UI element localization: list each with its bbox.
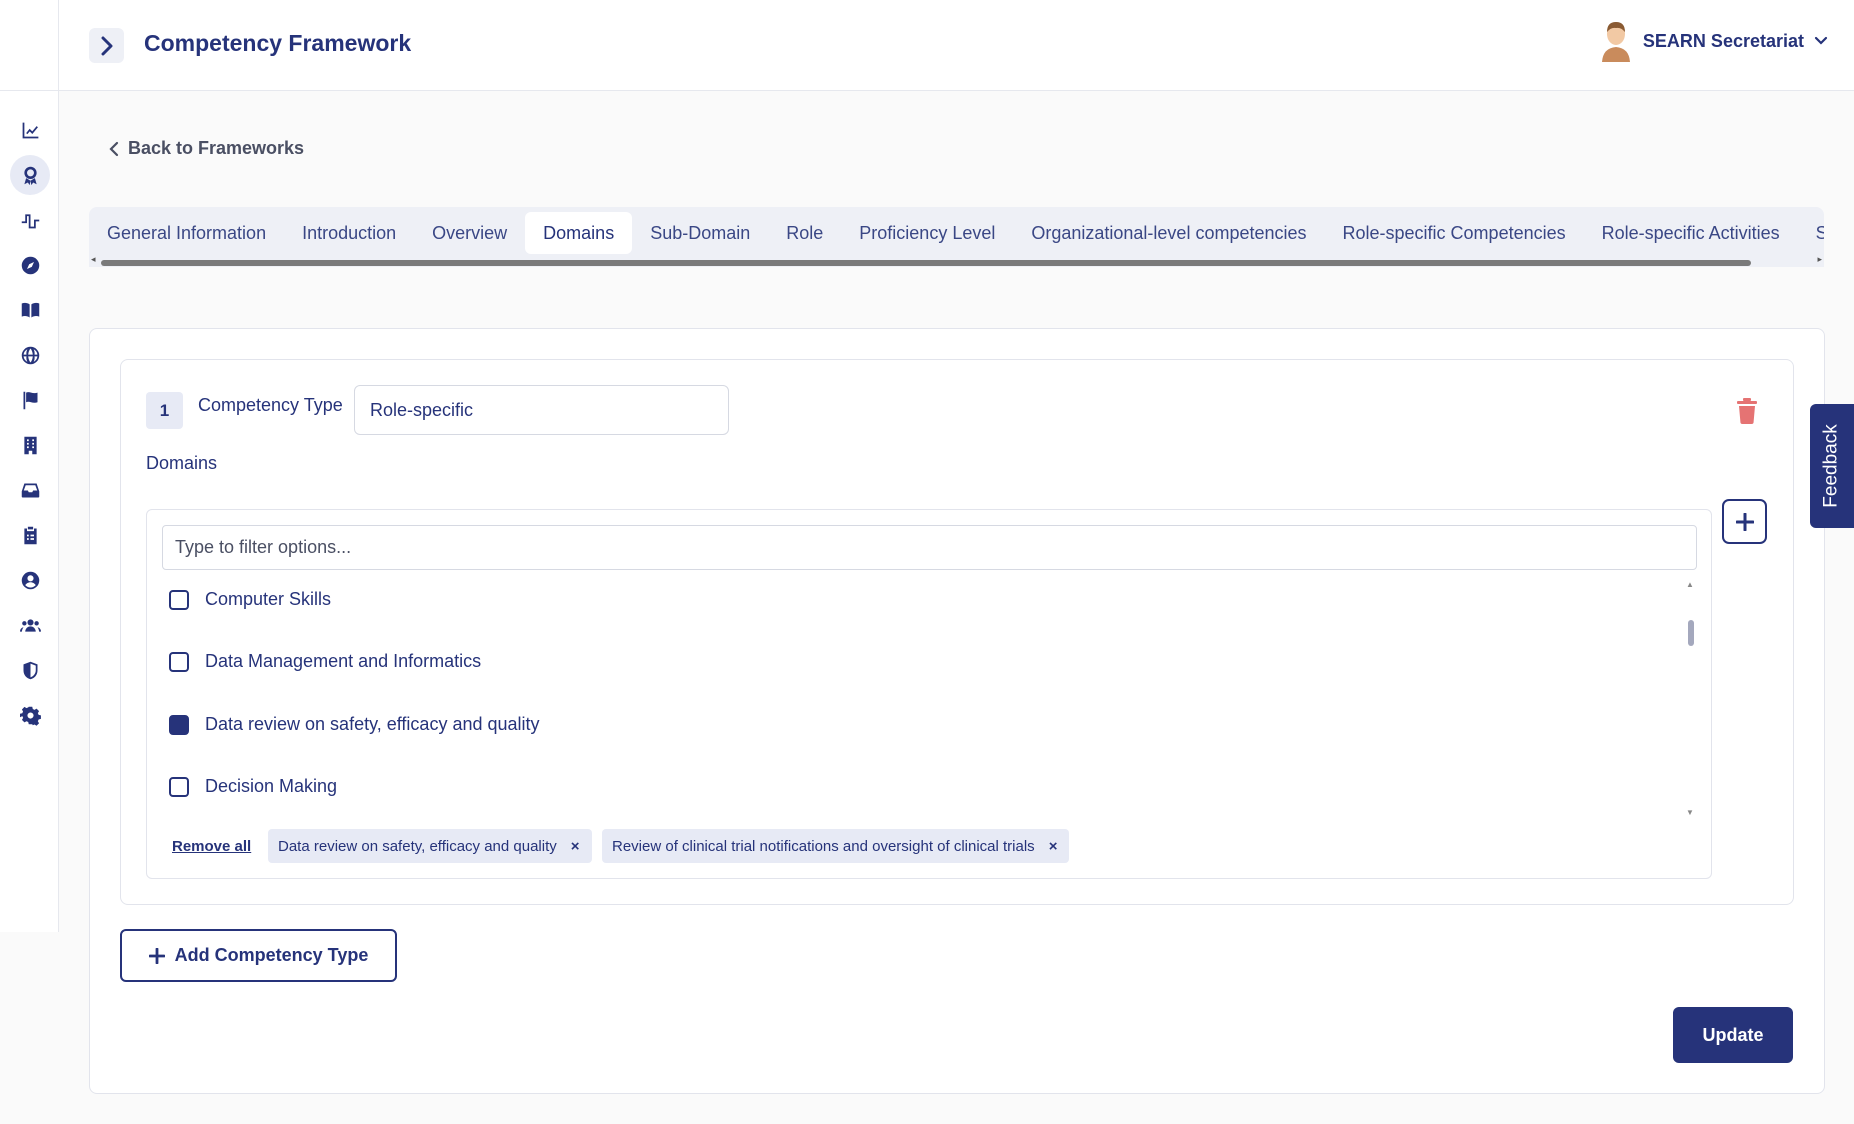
chevron-left-icon: [109, 141, 119, 156]
tab-role-specific-competencies[interactable]: Role-specific Competencies: [1325, 212, 1584, 254]
user-name: SEARN Secretariat: [1642, 30, 1804, 51]
users-icon: [19, 618, 41, 632]
tab-domains[interactable]: Domains: [525, 212, 633, 254]
sidebar-item-tasks[interactable]: [10, 515, 50, 555]
shield-icon: [23, 661, 37, 679]
pulse-icon: [21, 213, 39, 228]
chevron-down-icon: [1814, 36, 1828, 45]
feedback-label: Feedback: [1821, 424, 1843, 508]
update-button[interactable]: Update: [1673, 1007, 1793, 1063]
sidebar-logo-area: [0, 0, 58, 91]
competency-number-badge: 1: [146, 392, 183, 429]
checkbox-checked[interactable]: [169, 714, 189, 735]
back-to-frameworks-link[interactable]: Back to Frameworks: [108, 138, 304, 159]
compass-icon: [21, 256, 39, 274]
sidebar-item-organizations[interactable]: [10, 425, 50, 465]
sidebar-item-explore[interactable]: [10, 245, 50, 285]
globe-icon: [21, 346, 39, 364]
competency-type-field[interactable]: Role-specific: [354, 385, 729, 435]
sidebar: [0, 0, 59, 932]
gear-icon: [19, 706, 41, 726]
back-link-label: Back to Frameworks: [128, 138, 305, 158]
close-icon[interactable]: ×: [1049, 838, 1058, 855]
option-label: Decision Making: [205, 776, 338, 796]
domains-label: Domains: [146, 453, 218, 473]
feedback-tab[interactable]: Feedback: [1810, 404, 1854, 528]
option-label: Data Management and Informatics: [205, 651, 482, 671]
add-domain-button[interactable]: [1722, 499, 1767, 544]
add-competency-type-label: Add Competency Type: [174, 945, 369, 965]
add-competency-type-button[interactable]: Add Competency Type: [120, 929, 397, 982]
tab-proficiency-level[interactable]: Proficiency Level: [841, 212, 1013, 254]
chart-line-icon: [22, 122, 38, 138]
checkbox[interactable]: [169, 589, 189, 610]
scroll-up-arrow-icon[interactable]: ▲: [1686, 580, 1694, 589]
sidebar-item-settings[interactable]: [10, 695, 50, 735]
options-scrollbar-thumb[interactable]: [1688, 620, 1694, 646]
sidebar-item-library[interactable]: [10, 290, 50, 330]
sidebar-item-security[interactable]: [10, 650, 50, 690]
tab-general-information[interactable]: General Information: [89, 212, 284, 254]
sidebar-item-regions[interactable]: [10, 380, 50, 420]
close-icon[interactable]: ×: [571, 838, 580, 855]
scroll-down-arrow-icon[interactable]: ▼: [1686, 808, 1694, 817]
sidebar-item-activity[interactable]: [10, 200, 50, 240]
plus-icon: [148, 947, 165, 964]
remove-all-link[interactable]: Remove all: [172, 838, 251, 855]
competency-type-label: Competency Type: [198, 395, 343, 415]
chevron-right-icon: [101, 36, 112, 55]
inbox-icon: [21, 483, 39, 497]
sidebar-item-inbox[interactable]: [10, 470, 50, 510]
flag-icon: [23, 391, 37, 409]
tab-scrollbar[interactable]: ◂ ▸: [89, 254, 1824, 268]
page-title: Competency Framework: [144, 30, 412, 56]
selected-chip: Review of clinical trial notifications a…: [602, 829, 1070, 863]
chip-label: Data review on safety, efficacy and qual…: [278, 837, 557, 855]
sidebar-item-competency[interactable]: [10, 155, 50, 195]
building-icon: [23, 436, 37, 454]
option-label: Data review on safety, efficacy and qual…: [205, 714, 540, 734]
book-icon: [21, 302, 39, 317]
sidebar-item-global[interactable]: [10, 335, 50, 375]
option-computer-skills[interactable]: Computer Skills: [169, 589, 331, 610]
sidebar-item-dashboard[interactable]: [10, 110, 50, 150]
scroll-left-arrow-icon[interactable]: ◂: [91, 254, 96, 265]
clipboard-icon: [23, 526, 37, 544]
option-decision-making[interactable]: Decision Making: [169, 776, 337, 797]
tab-overview[interactable]: Overview: [414, 212, 525, 254]
plus-icon: [1735, 512, 1754, 531]
tab-sub-domain[interactable]: Sub-Domain: [632, 212, 768, 254]
sidebar-item-users[interactable]: [10, 605, 50, 645]
award-icon: [23, 166, 37, 185]
sidebar-toggle-button[interactable]: [89, 28, 124, 63]
tab-role[interactable]: Role: [768, 212, 841, 254]
tab-suggestions[interactable]: Sugges: [1798, 212, 1824, 254]
tab-introduction[interactable]: Introduction: [284, 212, 414, 254]
scroll-right-arrow-icon[interactable]: ▸: [1817, 254, 1822, 265]
user-menu[interactable]: SEARN Secretariat: [1599, 20, 1828, 62]
option-label: Computer Skills: [205, 589, 332, 609]
checkbox[interactable]: [169, 651, 189, 672]
tab-organizational-level-competencies[interactable]: Organizational-level competencies: [1013, 212, 1324, 254]
filter-options-input[interactable]: Type to filter options...: [162, 525, 1697, 570]
checkbox[interactable]: [169, 776, 189, 797]
options-scrollbar[interactable]: ▲ ▼: [1686, 580, 1696, 820]
tab-scrollbar-thumb[interactable]: [101, 260, 1751, 266]
avatar: [1601, 22, 1630, 62]
chip-label: Review of clinical trial notifications a…: [612, 837, 1035, 855]
selected-chip: Data review on safety, efficacy and qual…: [268, 829, 592, 863]
option-data-management[interactable]: Data Management and Informatics: [169, 651, 481, 672]
sidebar-item-profile[interactable]: [10, 560, 50, 600]
tab-role-specific-activities[interactable]: Role-specific Activities: [1584, 212, 1798, 254]
trash-icon[interactable]: [1736, 398, 1758, 424]
option-data-review[interactable]: Data review on safety, efficacy and qual…: [169, 714, 540, 735]
user-circle-icon: [21, 571, 39, 589]
top-bar: Competency Framework SEARN Secretariat: [0, 0, 1854, 91]
